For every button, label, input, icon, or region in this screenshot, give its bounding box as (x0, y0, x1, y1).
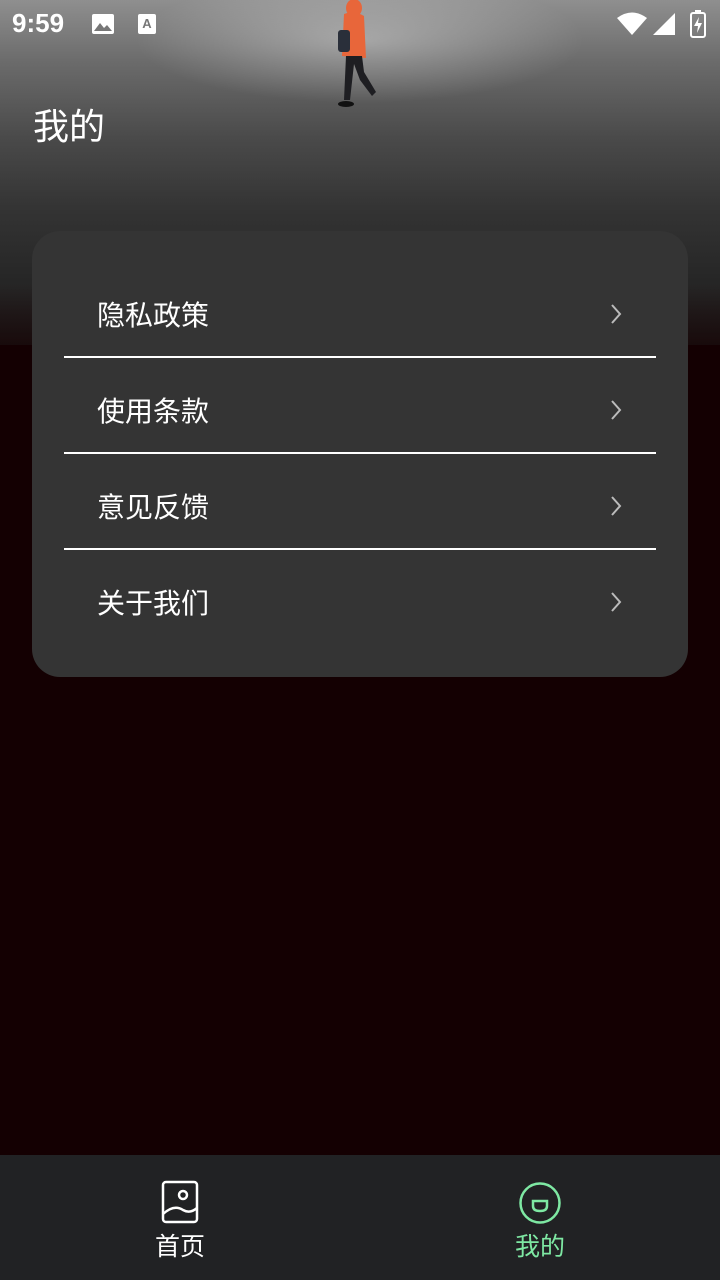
chevron-right-icon (611, 304, 622, 324)
status-bar: 9:59 A (0, 0, 720, 48)
picture-icon (161, 1180, 199, 1224)
divider (64, 452, 656, 454)
bottom-tab-bar: 首页 我的 (0, 1155, 720, 1280)
signal-icon (653, 13, 675, 35)
tab-home[interactable]: 首页 (0, 1155, 360, 1280)
settings-menu-card: 隐私政策 使用条款 意见反馈 关于我们 (32, 231, 688, 677)
chevron-right-icon (611, 400, 622, 420)
menu-item-label: 意见反馈 (97, 491, 210, 524)
smile-face-icon (519, 1182, 561, 1224)
page-title: 我的 (33, 107, 106, 148)
menu-item-label: 隐私政策 (97, 299, 210, 332)
menu-item-about-us[interactable]: 关于我们 (64, 554, 656, 650)
menu-item-feedback[interactable]: 意见反馈 (64, 458, 656, 554)
tab-label: 我的 (514, 1232, 565, 1261)
svg-text:A: A (142, 16, 152, 31)
battery-charging-icon (690, 10, 706, 38)
chevron-right-icon (611, 496, 622, 516)
image-icon (92, 14, 114, 34)
chevron-right-icon (611, 592, 622, 612)
menu-item-label: 使用条款 (97, 395, 210, 428)
tab-label: 首页 (154, 1232, 205, 1261)
divider (64, 548, 656, 550)
font-icon: A (138, 14, 156, 34)
status-time: 9:59 (12, 8, 65, 38)
menu-item-label: 关于我们 (97, 587, 210, 620)
menu-item-privacy-policy[interactable]: 隐私政策 (64, 266, 656, 362)
wifi-icon (617, 12, 647, 35)
tab-profile[interactable]: 我的 (360, 1155, 720, 1280)
menu-item-terms-of-use[interactable]: 使用条款 (64, 362, 656, 458)
divider (64, 356, 656, 358)
